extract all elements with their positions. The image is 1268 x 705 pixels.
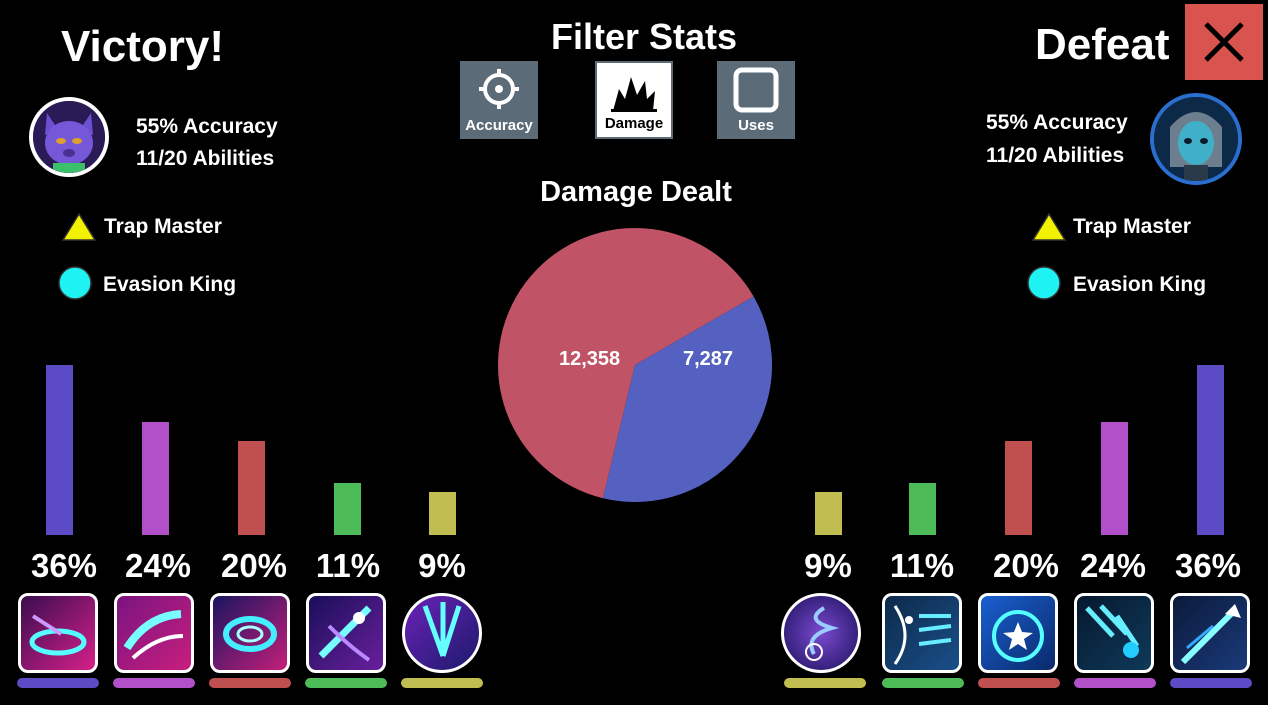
right-ability-4-color-bar [1074,678,1156,688]
trap-master-icon [1031,212,1067,247]
right-badge-trap-master: Trap Master [1073,215,1191,238]
cat-character-icon [33,101,105,173]
right-ability-5-percent: 36% [1174,547,1242,584]
right-ability-5-bar [1197,365,1224,535]
close-button[interactable] [1185,4,1263,80]
right-abilities-text: 11/20 Abilities [986,144,1125,167]
left-ability-4-icon[interactable] [306,593,386,673]
filter-accuracy-label: Accuracy [465,117,533,134]
left-accuracy-text: 55% Accuracy [136,115,278,138]
left-result-title: Victory! [61,22,225,71]
evasion-king-icon [58,266,92,305]
left-ability-5-icon[interactable] [402,593,482,673]
left-badge-trap-master: Trap Master [104,215,222,238]
right-badge-evasion-king: Evasion King [1073,273,1207,296]
right-ability-3-bar [1005,441,1032,535]
left-ability-1-icon[interactable] [18,593,98,673]
pie-label-defeat: 7,287 [683,348,733,370]
crosshair-icon [479,69,519,109]
damage-dealt-title: Damage Dealt [540,176,732,208]
left-ability-1-color-bar [17,678,99,688]
right-player-avatar [1150,93,1242,185]
left-ability-3-color-bar [209,678,291,688]
android-character-icon [1154,97,1238,181]
close-icon [1204,22,1244,62]
evasion-king-icon [1027,266,1061,305]
pie-label-victory: 12,358 [559,348,620,370]
left-ability-1-bar [46,365,73,535]
right-ability-1-color-bar [784,678,866,688]
right-ability-2-icon[interactable] [882,593,962,673]
left-ability-3-bar [238,441,265,535]
right-ability-4-icon[interactable] [1074,593,1154,673]
filter-damage-label: Damage [604,115,664,132]
left-abilities-text: 11/20 Abilities [136,147,275,170]
right-ability-3-color-bar [978,678,1060,688]
left-player-avatar [29,97,109,177]
right-ability-3-icon[interactable] [978,593,1058,673]
left-ability-2-percent: 24% [124,547,192,584]
right-ability-2-percent: 11% [889,547,955,584]
left-ability-5-color-bar [401,678,483,688]
right-ability-2-bar [909,483,936,535]
left-ability-2-bar [142,422,169,535]
left-ability-3-icon[interactable] [210,593,290,673]
filter-damage-button[interactable]: Damage [595,61,673,139]
right-ability-1-icon[interactable] [781,593,861,673]
right-ability-1-percent: 9% [804,547,852,584]
right-ability-5-color-bar [1170,678,1252,688]
filter-accuracy-button[interactable]: Accuracy [460,61,538,139]
trap-master-icon [61,212,97,247]
left-badge-evasion-king: Evasion King [103,273,237,296]
left-ability-2-icon[interactable] [114,593,194,673]
right-ability-4-percent: 24% [1079,547,1147,584]
filter-uses-button[interactable]: Uses [717,61,795,139]
right-ability-5-icon[interactable] [1170,593,1250,673]
explosion-icon [611,77,657,112]
right-result-title: Defeat [1035,20,1170,69]
left-ability-4-bar [334,483,361,535]
left-ability-5-percent: 9% [418,547,466,584]
filter-uses-label: Uses [738,117,774,134]
left-ability-5-bar [429,492,456,535]
right-ability-1-bar [815,492,842,535]
right-ability-3-percent: 20% [992,547,1060,584]
left-ability-4-color-bar [305,678,387,688]
left-ability-1-percent: 36% [30,547,98,584]
right-ability-2-color-bar [882,678,964,688]
square-icon [733,67,779,113]
right-ability-4-bar [1101,422,1128,535]
damage-pie-chart: 12,358 7,287 [498,228,772,502]
left-ability-4-percent: 11% [315,547,381,584]
left-ability-2-color-bar [113,678,195,688]
filter-stats-title: Filter Stats [550,16,738,57]
right-accuracy-text: 55% Accuracy [986,111,1128,134]
left-ability-3-percent: 20% [220,547,288,584]
